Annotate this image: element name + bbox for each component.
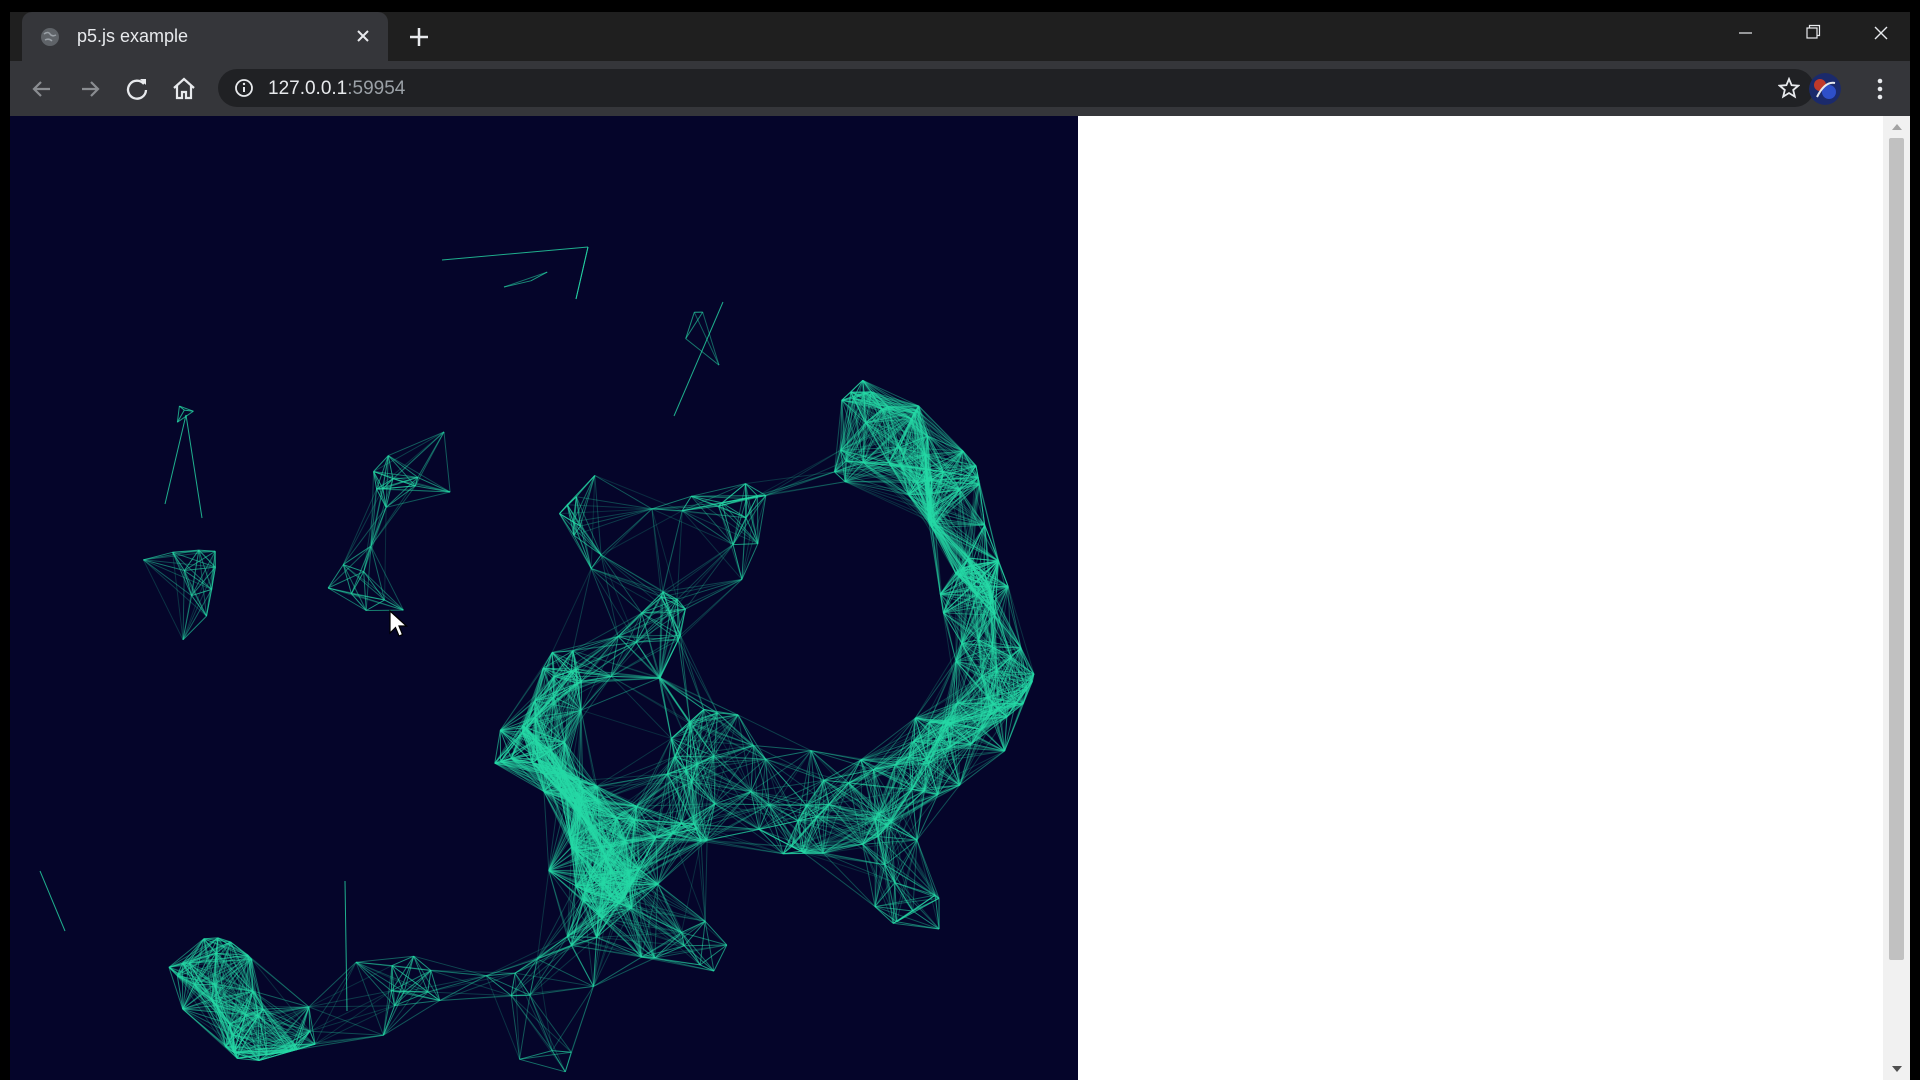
home-icon[interactable]: [168, 73, 200, 105]
avatar[interactable]: [1809, 73, 1841, 105]
tab-strip: p5.js example: [10, 12, 1910, 61]
info-icon[interactable]: [234, 78, 254, 98]
tab-title: p5.js example: [77, 26, 189, 46]
url-text: 127.0.0.1:59954: [268, 78, 405, 100]
forward-arrow-icon[interactable]: [74, 73, 106, 105]
toolbar: 127.0.0.1:59954: [10, 61, 1910, 116]
browser-window: p5.js example 127.0.0.1:59954: [10, 12, 1910, 1080]
globe-icon: [41, 28, 59, 46]
url-host: 127.0.0.1: [268, 78, 348, 99]
address-bar[interactable]: 127.0.0.1:59954: [218, 69, 1814, 107]
mouse-cursor-icon: [389, 609, 409, 637]
p5-canvas[interactable]: [10, 116, 1078, 1080]
reload-icon[interactable]: [121, 73, 153, 105]
close-icon[interactable]: [352, 25, 374, 47]
minimize-icon[interactable]: [1722, 18, 1768, 48]
kebab-menu-icon[interactable]: [1868, 73, 1892, 105]
mesh-network: [39, 246, 1035, 1073]
tab-active[interactable]: p5.js example: [22, 12, 388, 61]
url-port: :59954: [347, 78, 406, 99]
scroll-up-arrow-icon[interactable]: [1891, 122, 1903, 132]
new-tab-button[interactable]: [406, 24, 432, 50]
vertical-scrollbar[interactable]: [1883, 116, 1910, 1080]
back-arrow-icon[interactable]: [26, 73, 58, 105]
profile-image: [1809, 73, 1841, 105]
close-window-icon[interactable]: [1858, 18, 1904, 48]
scroll-thumb[interactable]: [1889, 138, 1904, 960]
restore-icon[interactable]: [1790, 18, 1836, 48]
scroll-down-arrow-icon[interactable]: [1891, 1064, 1903, 1074]
page-viewport: [10, 116, 1910, 1080]
star-icon[interactable]: [1778, 77, 1800, 99]
